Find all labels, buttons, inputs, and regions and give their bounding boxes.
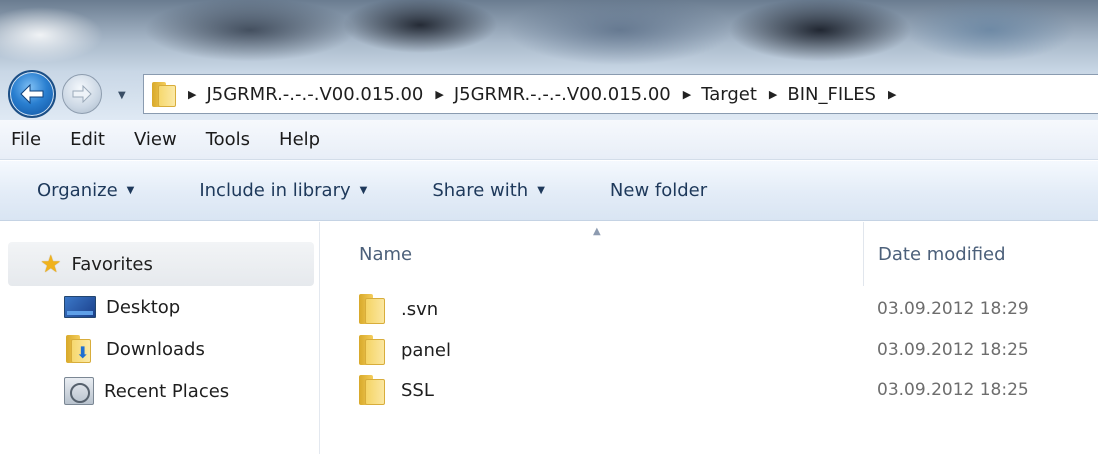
chevron-down-icon: ▼ xyxy=(118,90,126,101)
sidebar-item-recent-places[interactable]: Recent Places xyxy=(64,374,229,408)
title-bar: ▼ ▶ J5GRMR.-.-.-.V00.015.00 ▶ J5GRMR.-.-… xyxy=(0,0,1098,120)
table-row[interactable]: .svn 03.09.2012 18:29 xyxy=(321,290,1098,328)
file-date: 03.09.2012 18:29 xyxy=(877,299,1029,319)
sidebar-item-favorites[interactable]: ★ Favorites xyxy=(8,242,314,286)
menu-help[interactable]: Help xyxy=(279,129,320,150)
chevron-down-icon: ▼ xyxy=(359,185,368,196)
folder-icon xyxy=(359,294,385,324)
sidebar-item-label: Favorites xyxy=(71,253,153,275)
file-list: ▲ Name Date modified .svn 03.09.2012 18:… xyxy=(321,222,1098,454)
name-cell: SSL xyxy=(321,375,864,405)
menu-tools[interactable]: Tools xyxy=(206,129,250,150)
include-in-library-label: Include in library xyxy=(199,180,351,201)
breadcrumb-item[interactable]: BIN_FILES xyxy=(787,84,876,105)
share-with-label: Share with xyxy=(432,180,529,201)
breadcrumb-arrow-icon[interactable]: ▶ xyxy=(435,88,443,101)
breadcrumb-arrow-icon[interactable]: ▶ xyxy=(188,88,196,101)
navigation-pane: ★ Favorites Desktop ⬇ Downloads Recent P… xyxy=(0,222,320,454)
breadcrumb-arrow-icon[interactable]: ▶ xyxy=(888,88,896,101)
organize-label: Organize xyxy=(37,180,118,201)
column-header-date-modified[interactable]: Date modified xyxy=(865,222,1098,286)
sidebar-item-label: Downloads xyxy=(106,338,205,360)
arrow-right-icon xyxy=(72,85,92,103)
folder-icon xyxy=(359,375,385,405)
file-date: 03.09.2012 18:25 xyxy=(877,380,1029,400)
sidebar-item-label: Recent Places xyxy=(104,380,230,402)
breadcrumb-arrow-icon[interactable]: ▶ xyxy=(683,88,691,101)
back-button[interactable] xyxy=(8,70,56,118)
menu-bar: File Edit View Tools Help xyxy=(0,120,1098,160)
folder-icon xyxy=(359,335,385,365)
table-row[interactable]: panel 03.09.2012 18:25 xyxy=(321,331,1098,369)
file-name: panel xyxy=(401,339,451,361)
name-cell: panel xyxy=(321,335,864,365)
menu-file[interactable]: File xyxy=(11,129,41,150)
command-bar: Organize ▼ Include in library ▼ Share wi… xyxy=(0,161,1098,221)
file-name: SSL xyxy=(401,379,434,401)
chevron-down-icon: ▼ xyxy=(537,185,545,196)
name-cell: .svn xyxy=(321,294,864,324)
chevron-down-icon: ▼ xyxy=(126,185,135,196)
breadcrumb-item[interactable]: J5GRMR.-.-.-.V00.015.00 xyxy=(454,84,671,105)
arrow-left-icon xyxy=(20,83,44,105)
sidebar-item-downloads[interactable]: ⬇ Downloads xyxy=(64,332,205,366)
sidebar-item-label: Desktop xyxy=(106,296,181,318)
star-icon: ★ xyxy=(40,250,62,278)
recent-pages-dropdown[interactable]: ▼ xyxy=(118,90,126,101)
breadcrumb-item[interactable]: Target xyxy=(701,84,757,105)
table-row[interactable]: SSL 03.09.2012 18:25 xyxy=(321,371,1098,409)
column-header-name[interactable]: Name xyxy=(321,222,864,286)
file-name: .svn xyxy=(401,298,439,320)
breadcrumb-item[interactable]: J5GRMR.-.-.-.V00.015.00 xyxy=(206,84,423,105)
forward-button[interactable] xyxy=(62,74,102,114)
new-folder-button[interactable]: New folder xyxy=(610,180,707,201)
recent-places-icon xyxy=(64,377,94,405)
desktop-icon xyxy=(64,296,96,318)
folder-icon xyxy=(152,81,176,107)
breadcrumb-arrow-icon[interactable]: ▶ xyxy=(769,88,777,101)
menu-view[interactable]: View xyxy=(134,129,177,150)
share-with-button[interactable]: Share with ▼ xyxy=(432,180,545,201)
menu-edit[interactable]: Edit xyxy=(70,129,105,150)
downloads-folder-icon: ⬇ xyxy=(64,335,96,363)
file-date: 03.09.2012 18:25 xyxy=(877,340,1029,360)
include-in-library-button[interactable]: Include in library ▼ xyxy=(199,180,367,201)
address-bar[interactable]: ▶ J5GRMR.-.-.-.V00.015.00 ▶ J5GRMR.-.-.-… xyxy=(143,74,1098,114)
organize-button[interactable]: Organize ▼ xyxy=(37,180,134,201)
sidebar-item-desktop[interactable]: Desktop xyxy=(64,290,180,324)
